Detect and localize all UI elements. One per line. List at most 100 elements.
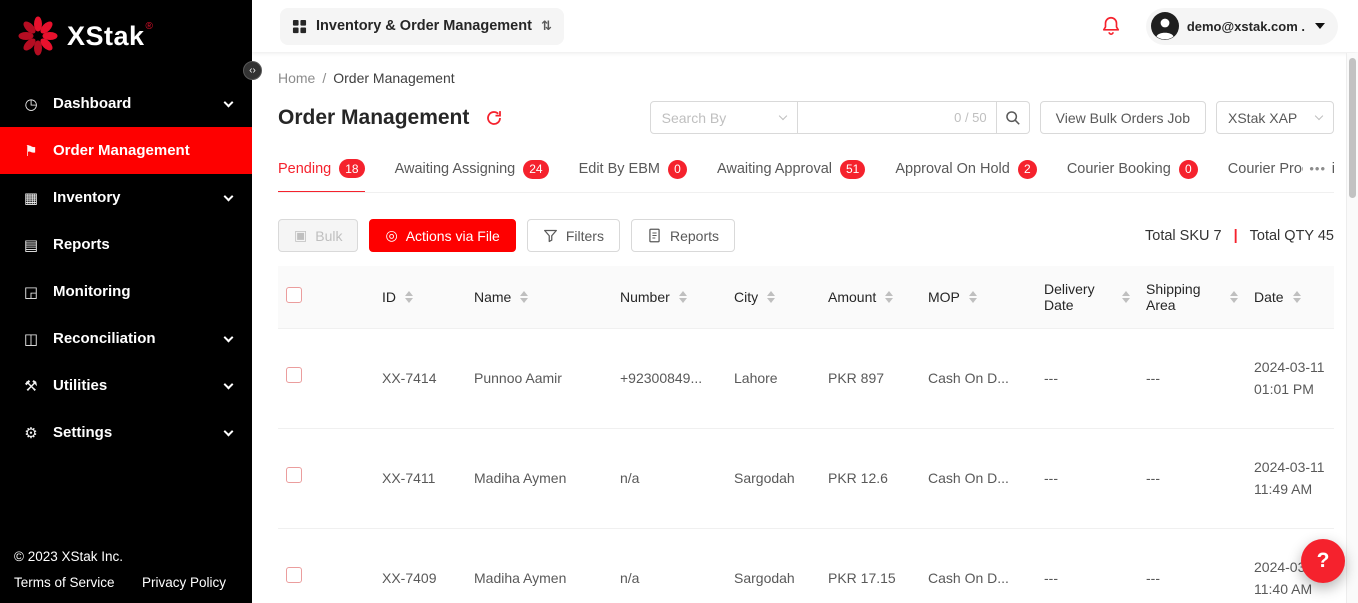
breadcrumb-current: Order Management xyxy=(333,70,454,86)
view-bulk-orders-button[interactable]: View Bulk Orders Job xyxy=(1040,101,1206,134)
table-row[interactable]: XX-7411 Madiha Aymen n/a Sargodah PKR 12… xyxy=(278,428,1334,528)
tab-label: Awaiting Approval xyxy=(717,161,832,177)
tab-count-badge: 0 xyxy=(1179,160,1198,179)
sidebar-item-reconciliation[interactable]: ◫ Reconciliation xyxy=(0,315,252,362)
terms-of-service-link[interactable]: Terms of Service xyxy=(14,575,115,590)
xap-select-value: XStak XAP xyxy=(1228,110,1297,126)
breadcrumb-home[interactable]: Home xyxy=(278,70,315,86)
char-counter: 0 / 50 xyxy=(954,110,987,125)
expand-column-header xyxy=(324,266,374,328)
cell-date: 2024-03-11 11:49 AM xyxy=(1246,428,1334,528)
settings-icon: ⚙ xyxy=(22,424,40,442)
sidebar-item-dashboard[interactable]: ◷ Dashboard xyxy=(0,80,252,127)
sidebar-item-label: Monitoring xyxy=(53,283,232,300)
row-checkbox[interactable] xyxy=(286,367,302,383)
cell-number: +92300849... xyxy=(612,328,726,428)
search-input-wrap: 0 / 50 xyxy=(798,101,997,134)
sort-icon[interactable] xyxy=(520,291,528,303)
tab-label: Approval On Hold xyxy=(895,161,1009,177)
table-row[interactable]: XX-7409 Madiha Aymen n/a Sargodah PKR 17… xyxy=(278,528,1334,603)
sidebar-item-label: Order Management xyxy=(53,142,232,159)
registered-mark: ® xyxy=(146,21,153,32)
search-by-select[interactable]: Search By xyxy=(650,101,798,134)
tab-courier-booking[interactable]: Courier Booking 0 xyxy=(1067,159,1198,192)
sidebar-item-utilities[interactable]: ⚒ Utilities xyxy=(0,362,252,409)
privacy-policy-link[interactable]: Privacy Policy xyxy=(142,575,226,590)
sidebar-item-label: Dashboard xyxy=(53,95,212,112)
sort-icon[interactable] xyxy=(679,291,687,303)
app-root: XStak® ◷ Dashboard ⚑ Order Management ▦ … xyxy=(0,0,1358,603)
sidebar: XStak® ◷ Dashboard ⚑ Order Management ▦ … xyxy=(0,0,252,603)
help-button[interactable]: ? xyxy=(1301,539,1345,583)
tab-pending[interactable]: Pending 18 xyxy=(278,159,365,193)
utilities-icon: ⚒ xyxy=(22,377,40,395)
search-button[interactable] xyxy=(997,101,1030,134)
tab-edit-by-ebm[interactable]: Edit By EBM 0 xyxy=(579,159,687,192)
column-header-date: Date xyxy=(1254,289,1284,305)
sidebar-item-label: Reconciliation xyxy=(53,330,212,347)
column-header-number: Number xyxy=(620,289,670,305)
orders-table: ID Name Number City Amount MOP Delivery … xyxy=(278,266,1334,603)
row-checkbox[interactable] xyxy=(286,567,302,583)
bell-icon xyxy=(1100,15,1122,37)
sort-icon[interactable] xyxy=(885,291,893,303)
tab-awaiting-assigning[interactable]: Awaiting Assigning 24 xyxy=(395,159,549,192)
column-header-amount: Amount xyxy=(828,289,876,305)
cell-amount: PKR 17.15 xyxy=(820,528,920,603)
sidebar-collapse-button[interactable]: ‹› xyxy=(243,61,262,80)
actions-via-file-button[interactable]: ◎ Actions via File xyxy=(369,219,515,252)
cell-id: XX-7409 xyxy=(374,528,466,603)
chevron-down-icon xyxy=(1315,112,1323,120)
sidebar-item-inventory[interactable]: ▦ Inventory xyxy=(0,174,252,221)
cell-delivery-date: --- xyxy=(1036,428,1138,528)
total-sku: Total SKU 7 xyxy=(1145,228,1222,244)
cell-city: Sargodah xyxy=(726,528,820,603)
avatar xyxy=(1151,12,1179,40)
xap-select[interactable]: XStak XAP xyxy=(1216,101,1334,134)
refresh-button[interactable] xyxy=(485,109,503,127)
search-by-placeholder: Search By xyxy=(662,110,727,126)
sort-icon[interactable] xyxy=(969,291,977,303)
search-icon xyxy=(1005,110,1021,126)
sort-icon[interactable] xyxy=(1122,291,1130,303)
sort-icon[interactable] xyxy=(1230,291,1238,303)
chevron-down-icon xyxy=(224,426,234,436)
logo[interactable]: XStak® xyxy=(0,0,252,56)
sidebar-item-reports[interactable]: ▤ Reports xyxy=(0,221,252,268)
cell-shipping-area: --- xyxy=(1138,428,1246,528)
sidebar-item-settings[interactable]: ⚙ Settings xyxy=(0,409,252,456)
sort-icon[interactable] xyxy=(767,291,775,303)
user-email: demo@xstak.com . xyxy=(1187,19,1305,34)
user-menu[interactable]: demo@xstak.com . xyxy=(1146,8,1338,45)
tab-approval-on-hold[interactable]: Approval On Hold 2 xyxy=(895,159,1036,192)
tab-label: Pending xyxy=(278,161,331,177)
collapse-icon: ‹› xyxy=(249,65,256,76)
tab-awaiting-approval[interactable]: Awaiting Approval 51 xyxy=(717,159,865,192)
cell-city: Lahore xyxy=(726,328,820,428)
cell-delivery-date: --- xyxy=(1036,328,1138,428)
cell-id: XX-7411 xyxy=(374,428,466,528)
scrollbar-thumb[interactable] xyxy=(1349,58,1356,198)
table-row[interactable]: XX-7414 Punnoo Aamir +92300849... Lahore… xyxy=(278,328,1334,428)
row-checkbox[interactable] xyxy=(286,467,302,483)
select-all-checkbox[interactable] xyxy=(286,287,302,303)
sort-icon[interactable] xyxy=(405,291,413,303)
filters-button[interactable]: Filters xyxy=(527,219,620,252)
column-header-city: City xyxy=(734,289,758,305)
tabs-overflow-button[interactable]: ••• xyxy=(1303,159,1332,178)
sidebar-menu: ◷ Dashboard ⚑ Order Management ▦ Invento… xyxy=(0,80,252,456)
reports-button[interactable]: Reports xyxy=(631,219,735,252)
bulk-button[interactable]: ▣ Bulk xyxy=(278,219,358,252)
scrollbar[interactable] xyxy=(1346,53,1358,603)
sidebar-item-label: Utilities xyxy=(53,377,212,394)
column-header-delivery-date: Delivery Date xyxy=(1044,281,1113,313)
sidebar-item-monitoring[interactable]: ◲ Monitoring xyxy=(0,268,252,315)
app-switcher[interactable]: Inventory & Order Management ⇅ xyxy=(280,8,564,45)
sidebar-item-order-management[interactable]: ⚑ Order Management xyxy=(0,127,252,174)
notification-bell-button[interactable] xyxy=(1100,15,1122,37)
copyright-text: © 2023 XStak Inc. xyxy=(14,549,238,564)
sort-icon[interactable] xyxy=(1293,291,1301,303)
search-input[interactable] xyxy=(807,110,948,126)
tab-count-badge: 2 xyxy=(1018,160,1037,179)
inventory-icon: ▦ xyxy=(22,189,40,207)
